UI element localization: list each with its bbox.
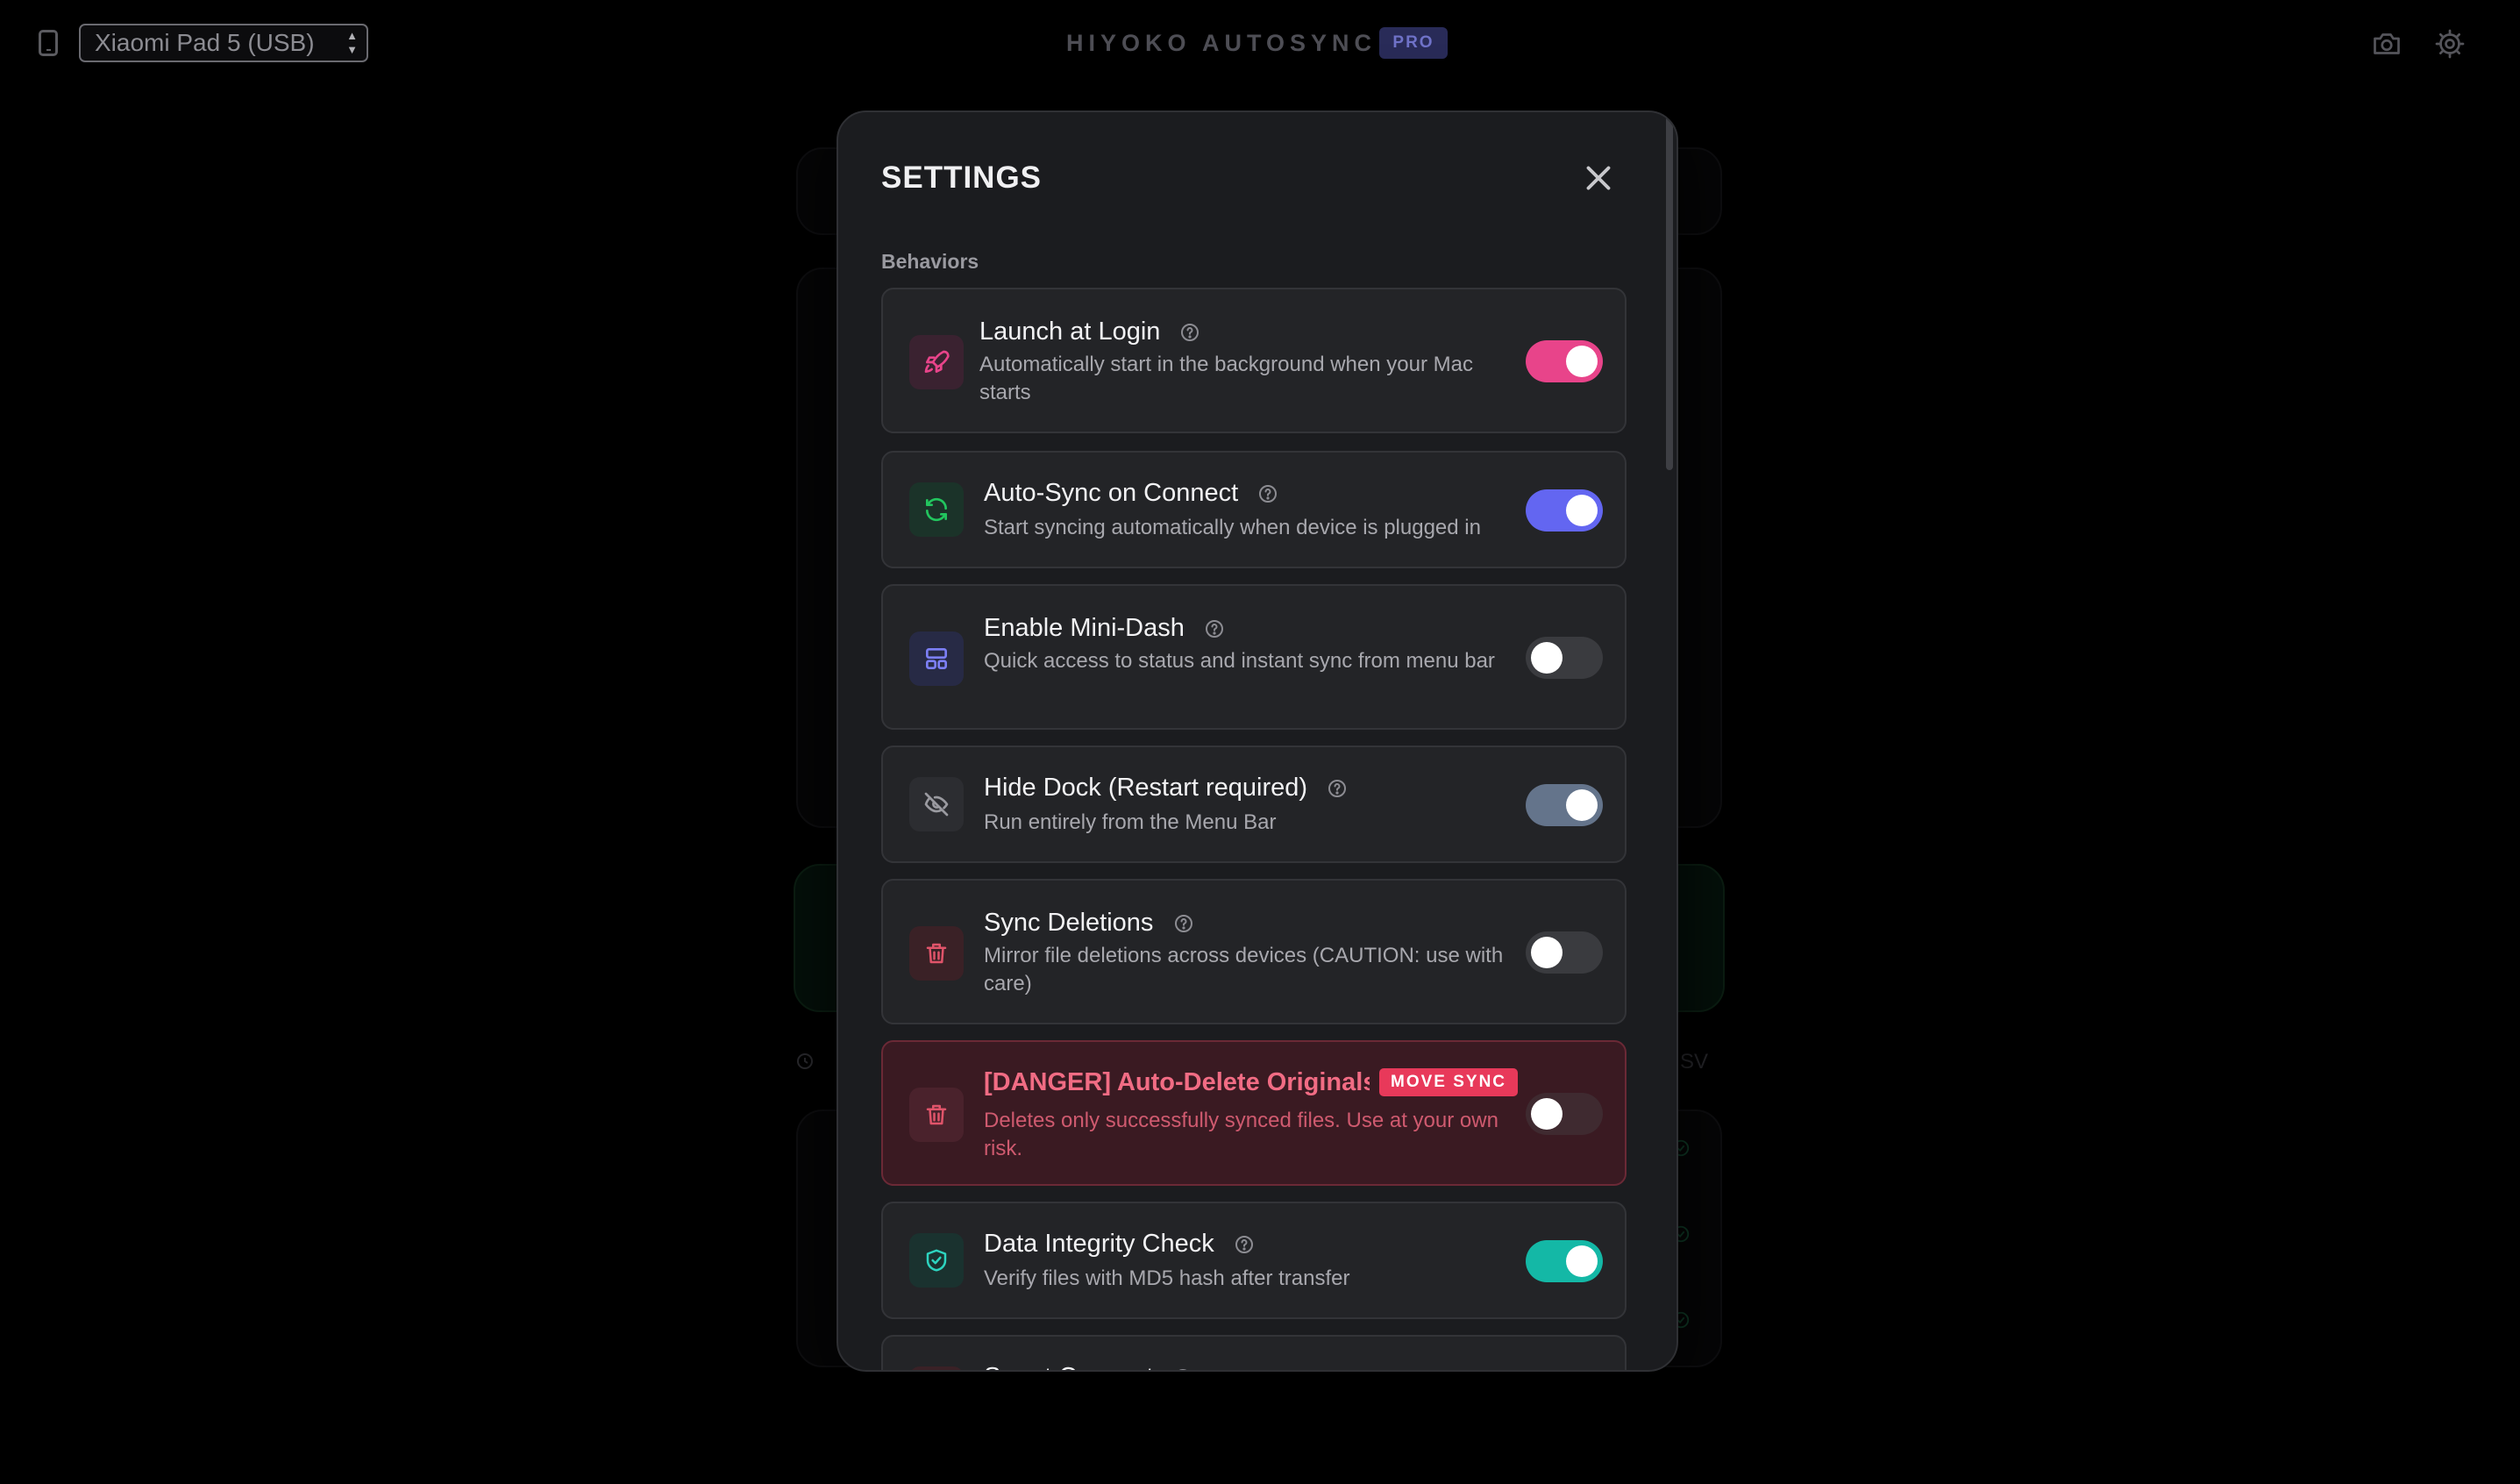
layout-icon <box>926 648 947 669</box>
section-label: Behaviors <box>881 250 979 273</box>
help-icon[interactable] <box>1204 618 1225 639</box>
toggle-hide-dock[interactable] <box>1526 784 1603 826</box>
setting-row-launch-at-login: Launch at Login Automatically start in t… <box>881 288 1627 433</box>
setting-title: Auto-Sync on Connect <box>984 475 1278 510</box>
trash-icon <box>926 943 947 964</box>
device-select[interactable]: Xiaomi Pad 5 (USB) ▲ ▼ <box>79 24 368 62</box>
toggle-launch-at-login[interactable] <box>1526 340 1603 382</box>
setting-description: Run entirely from the Menu Bar <box>984 810 1277 834</box>
refresh-icon <box>926 497 947 522</box>
setting-description: Automatically start in the background wh… <box>979 353 1473 404</box>
icon-box <box>909 1366 964 1370</box>
toggle-knob <box>1566 495 1598 526</box>
setting-description: Deletes only successfully synced files. … <box>984 1109 1498 1160</box>
setting-row-sync-deletions: Sync Deletions Mirror file deletions acr… <box>881 879 1627 1024</box>
setting-row-mini-dash: Enable Mini-Dash Quick access to status … <box>881 584 1627 730</box>
pro-badge: PRO <box>1379 27 1448 59</box>
toggle-knob <box>1531 642 1563 674</box>
app-title: HIYOKO AUTOSYNC <box>1066 30 1377 56</box>
setting-description: Mirror file deletions across devices (CA… <box>984 944 1504 995</box>
help-icon[interactable] <box>1179 322 1200 343</box>
setting-title: Data Integrity Check <box>984 1226 1255 1261</box>
toggle-mini-dash[interactable] <box>1526 637 1603 679</box>
setting-title: Smart Connect <box>984 1359 1193 1372</box>
icon-box <box>909 1233 964 1288</box>
icon-box <box>909 631 964 686</box>
icon-box <box>909 335 964 389</box>
help-icon[interactable] <box>1172 1367 1193 1372</box>
toggle-knob <box>1566 346 1598 377</box>
icon-box <box>909 777 964 831</box>
eye-off-icon <box>924 792 949 817</box>
shield-check-icon <box>926 1249 947 1272</box>
icon-box <box>909 482 964 537</box>
setting-row-auto-sync: Auto-Sync on Connect Start syncing autom… <box>881 451 1627 568</box>
help-icon[interactable] <box>1234 1234 1255 1255</box>
camera-icon[interactable] <box>2371 28 2403 60</box>
move-sync-badge: MOVE SYNC <box>1379 1068 1519 1096</box>
help-icon[interactable] <box>1257 483 1278 504</box>
toggle-auto-delete-originals[interactable] <box>1526 1093 1603 1135</box>
icon-box <box>909 1088 964 1142</box>
setting-title: Enable Mini-Dash <box>984 610 1225 646</box>
settings-modal: SETTINGS Behaviors Launch at Login Autom… <box>836 111 1678 1372</box>
toggle-auto-sync[interactable] <box>1526 489 1603 532</box>
toggle-data-integrity[interactable] <box>1526 1240 1603 1282</box>
setting-title: Hide Dock (Restart required) <box>984 770 1348 805</box>
setting-title: Launch at Login <box>979 314 1200 349</box>
rocket-icon <box>924 350 950 373</box>
toggle-knob <box>1566 1245 1598 1277</box>
background-partial-label: SV <box>1680 1050 1709 1074</box>
toggle-knob <box>1531 1098 1563 1130</box>
setting-description: Start syncing automatically when device … <box>984 516 1481 539</box>
history-icon <box>797 1053 813 1069</box>
device-select-value: Xiaomi Pad 5 (USB) <box>95 29 315 56</box>
gear-icon[interactable] <box>2434 28 2466 60</box>
setting-title: [DANGER] Auto-Delete Originals <box>984 1068 1370 1096</box>
top-bar: Xiaomi Pad 5 (USB) ▲ ▼ HIYOKO AUTOSYNC PR… <box>0 0 2520 88</box>
setting-description: Quick access to status and instant sync … <box>984 649 1495 673</box>
setting-row-smart-connect: Smart Connect <box>881 1335 1627 1372</box>
close-icon[interactable] <box>1578 158 1619 198</box>
trash-icon <box>926 1104 947 1125</box>
toggle-sync-deletions[interactable] <box>1526 931 1603 974</box>
modal-scrollbar[interactable] <box>1666 112 1673 470</box>
setting-title: Sync Deletions <box>984 905 1194 940</box>
setting-row-data-integrity: Data Integrity Check Verify files with M… <box>881 1202 1627 1319</box>
setting-row-hide-dock: Hide Dock (Restart required) Run entirel… <box>881 746 1627 863</box>
setting-row-auto-delete-originals: [DANGER] Auto-Delete Originals MOVE SYNC… <box>881 1040 1627 1186</box>
setting-description: Verify files with MD5 hash after transfe… <box>984 1266 1350 1290</box>
help-icon[interactable] <box>1327 778 1348 799</box>
modal-title: SETTINGS <box>881 161 1043 195</box>
toggle-knob <box>1566 789 1598 821</box>
toggle-knob <box>1531 937 1563 968</box>
tablet-icon <box>39 30 58 56</box>
help-icon[interactable] <box>1173 913 1194 934</box>
select-arrows-icon: ▲ ▼ <box>346 29 358 56</box>
icon-box <box>909 926 964 981</box>
